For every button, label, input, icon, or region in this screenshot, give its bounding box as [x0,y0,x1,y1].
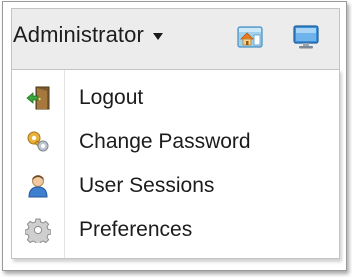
user-menu-popup: Administrator Logout Change Password Use… [2,1,347,271]
menu-item-logout[interactable]: Logout [12,76,339,120]
monitor-button[interactable] [292,23,320,51]
menu-item-preferences[interactable]: Preferences [12,208,339,252]
dropdown-menu: Logout Change Password User Sessions Pre… [11,69,340,259]
key-icon [27,131,49,152]
menu-item-label: Logout [79,86,144,109]
logout-door-icon [26,86,50,110]
menu-item-label: User Sessions [79,174,215,197]
caret-down-icon [152,32,163,40]
user-menu-toggle[interactable]: Administrator [13,15,163,55]
menu-item-label: Change Password [79,130,251,153]
menu-item-change-password[interactable]: Change Password [12,120,339,164]
gear-icon [25,218,51,243]
home-button[interactable] [236,25,264,49]
menu-item-label: Preferences [79,218,193,241]
username-label: Administrator [13,22,144,47]
home-icon [237,26,263,48]
monitor-icon [293,25,319,49]
menu-item-user-sessions[interactable]: User Sessions [12,164,339,208]
user-icon [28,175,48,198]
